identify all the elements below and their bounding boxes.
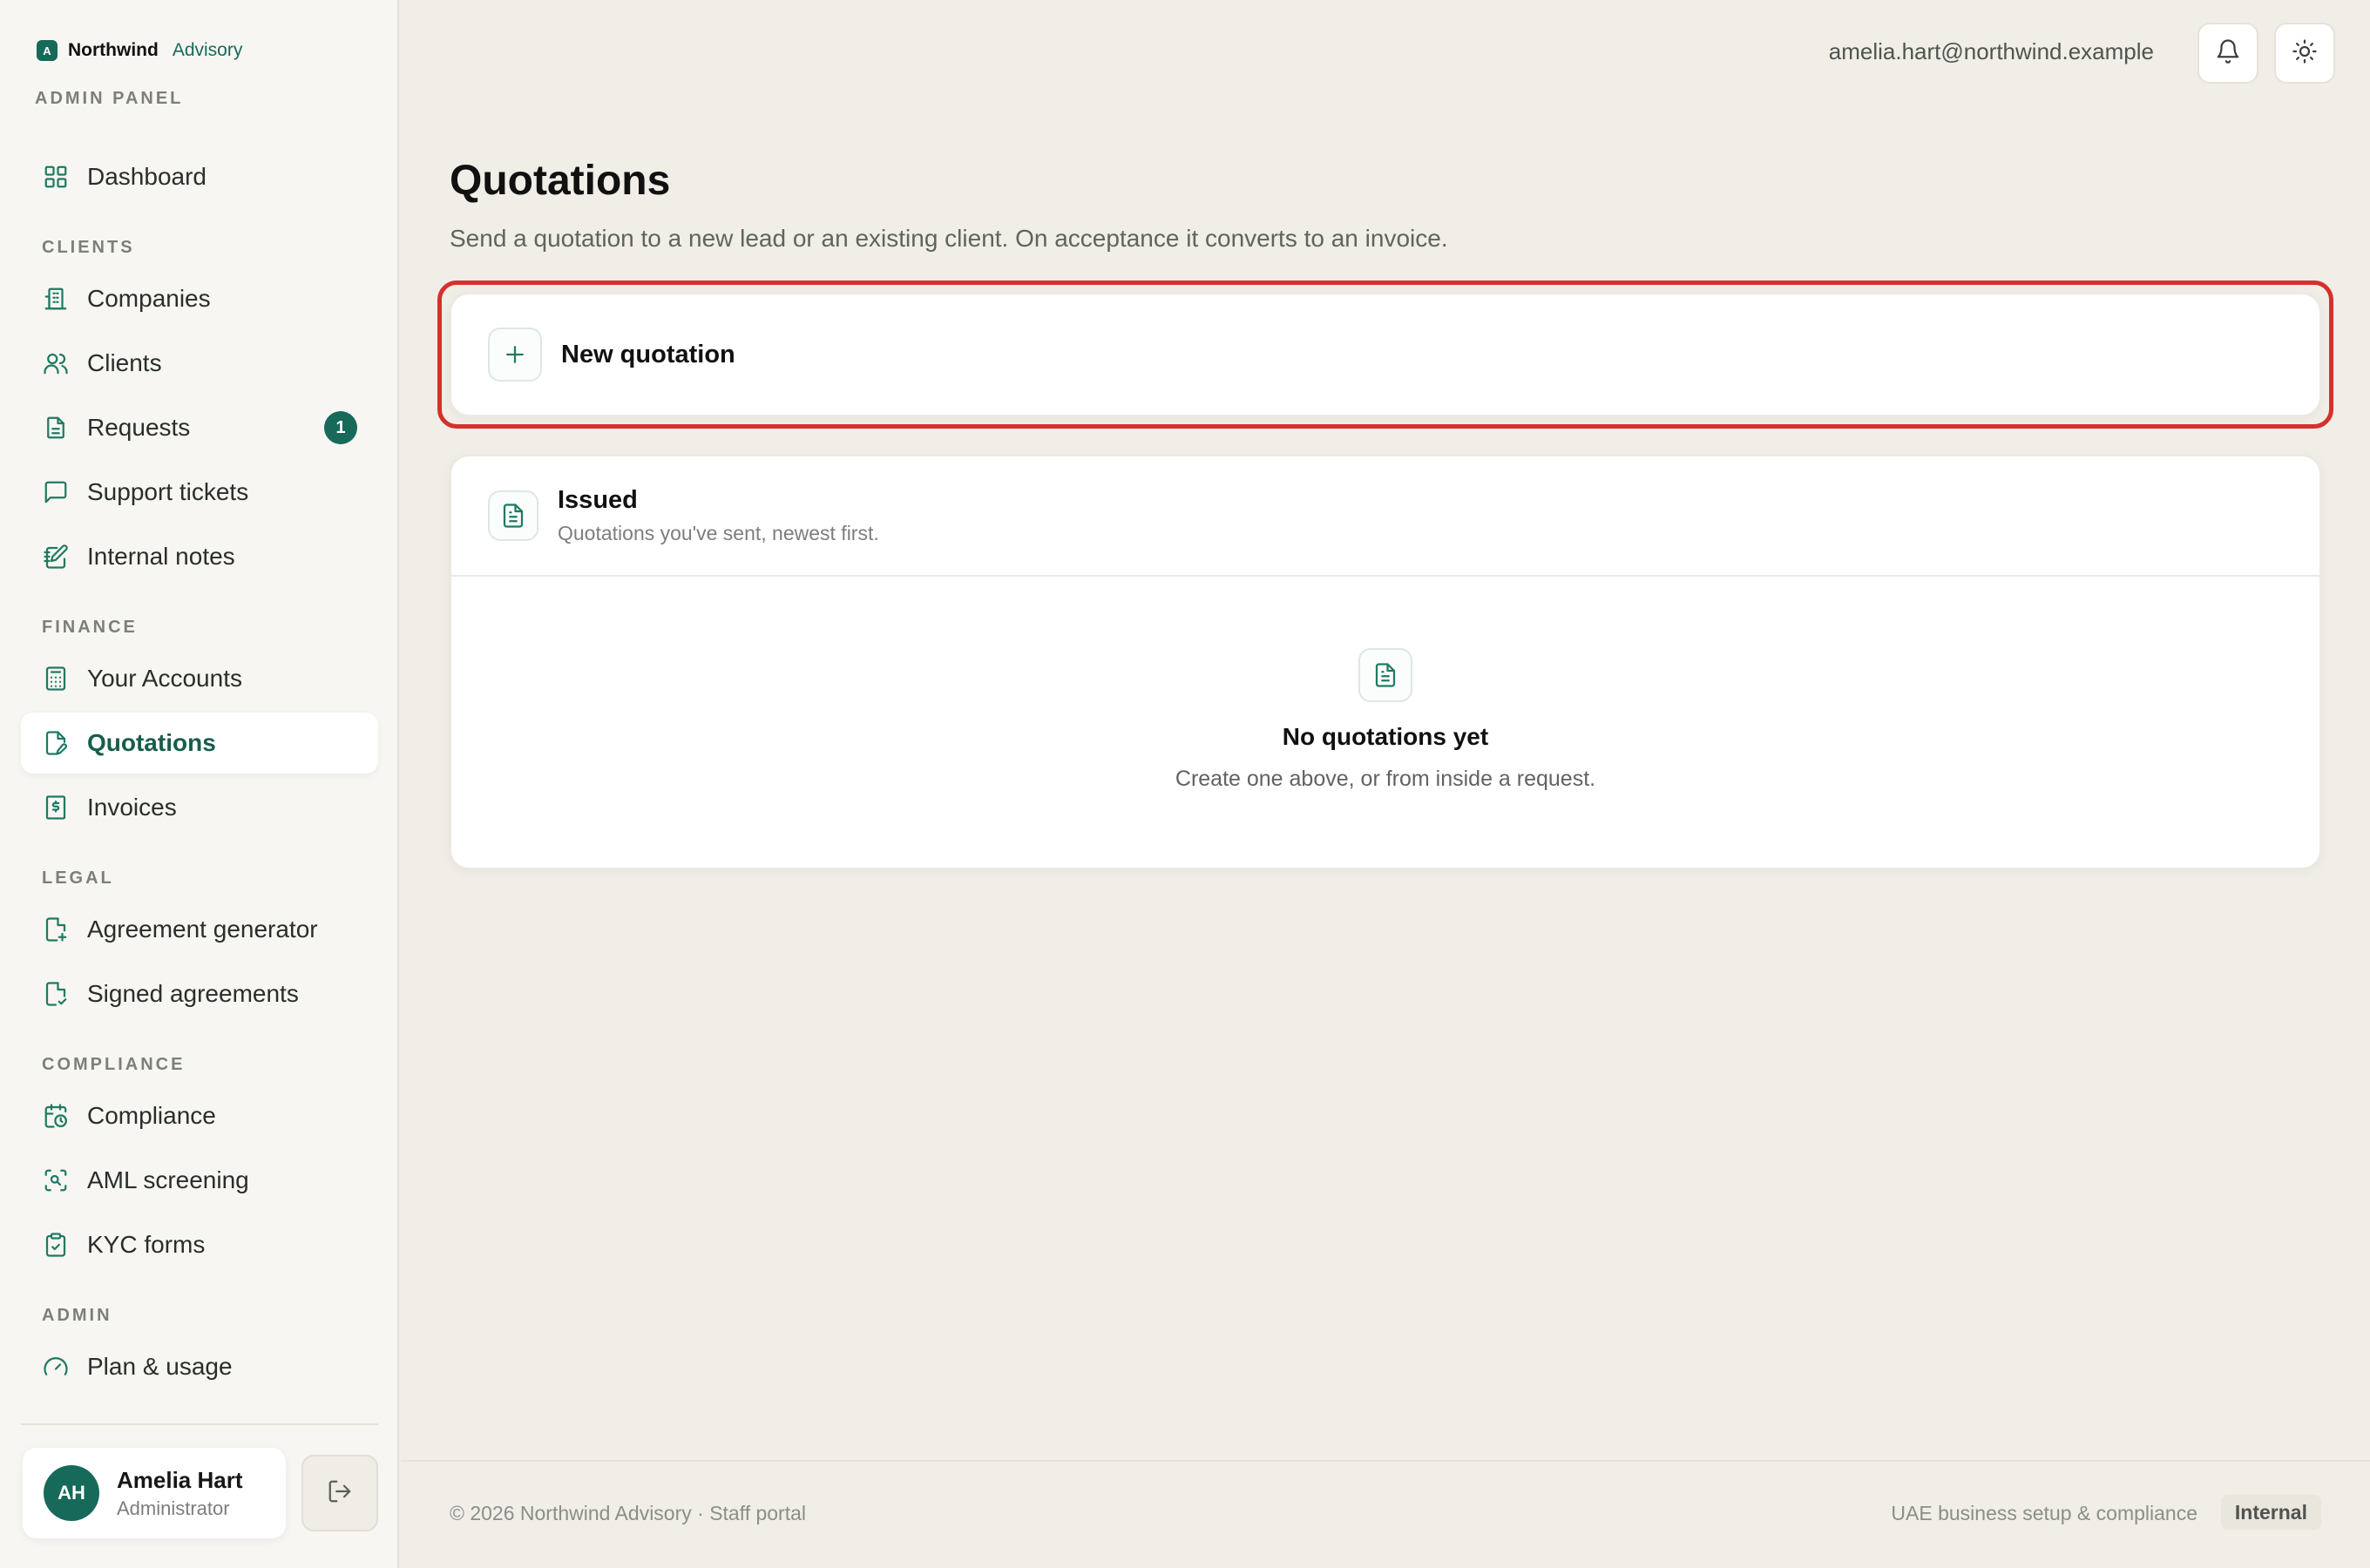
sidebar-item-kyc-forms[interactable]: KYC forms — [21, 1214, 378, 1275]
message-square-icon — [42, 478, 70, 506]
page-description: Send a quotation to a new lead or an exi… — [450, 225, 1448, 252]
user-name: Amelia Hart — [117, 1466, 243, 1493]
avatar: AH — [44, 1465, 99, 1521]
empty-state: No quotations yet Create one above, or f… — [451, 648, 2319, 792]
sidebar-item-clients[interactable]: Clients — [21, 333, 378, 394]
clipboard-check-icon — [42, 1231, 70, 1259]
sidebar-divider — [21, 1423, 378, 1425]
section-label-admin: ADMIN — [42, 1306, 112, 1325]
sidebar-item-label: Support tickets — [87, 478, 249, 505]
sidebar-item-label: Signed agreements — [87, 980, 299, 1007]
page-title: Quotations — [450, 158, 671, 204]
brand-name: Northwind — [68, 40, 159, 60]
sidebar-item-label: KYC forms — [87, 1231, 206, 1258]
sidebar-item-label: Agreement generator — [87, 916, 318, 943]
section-label-legal: LEGAL — [42, 868, 114, 888]
sidebar-item-label: Requests — [87, 414, 191, 441]
issued-header: Issued Quotations you've sent, newest fi… — [451, 456, 2319, 577]
empty-state-title: No quotations yet — [1282, 723, 1489, 750]
sidebar-item-label: Quotations — [87, 729, 216, 756]
sidebar-item-label: Compliance — [87, 1102, 216, 1129]
document-icon — [42, 414, 70, 442]
sidebar-item-label: Plan & usage — [87, 1353, 233, 1380]
file-text-icon — [488, 490, 538, 541]
calculator-icon — [42, 665, 70, 693]
sidebar-item-label: Invoices — [87, 794, 177, 821]
scan-search-icon — [42, 1166, 70, 1194]
sidebar-item-agreement-generator[interactable]: Agreement generator — [21, 899, 378, 960]
sidebar-item-label: Your Accounts — [87, 665, 242, 692]
section-label-compliance: COMPLIANCE — [42, 1055, 186, 1074]
notebook-pen-icon — [42, 543, 70, 571]
new-quotation-label: New quotation — [561, 340, 735, 368]
requests-count-badge: 1 — [324, 411, 357, 444]
panel-label: ADMIN PANEL — [35, 89, 184, 108]
brand-subtitle: Advisory — [172, 40, 243, 60]
sidebar-item-companies[interactable]: Companies — [21, 268, 378, 329]
sidebar: A Northwind Advisory ADMIN PANEL Dashboa… — [0, 0, 399, 1568]
theme-toggle-button[interactable] — [2274, 23, 2335, 84]
plus-icon — [488, 328, 542, 382]
sidebar-item-signed-agreements[interactable]: Signed agreements — [21, 963, 378, 1024]
building-icon — [42, 285, 70, 313]
sidebar-item-internal-notes[interactable]: Internal notes — [21, 526, 378, 587]
sidebar-item-invoices[interactable]: Invoices — [21, 777, 378, 838]
footer-copyright: © 2026 Northwind Advisory · Staff portal — [450, 1502, 807, 1524]
brand-logo: A — [37, 40, 58, 61]
footer-divider — [401, 1460, 2370, 1462]
footer-tagline: UAE business setup & compliance — [1891, 1502, 2197, 1524]
sidebar-item-aml-screening[interactable]: AML screening — [21, 1150, 378, 1211]
file-plus-icon — [42, 916, 70, 943]
sidebar-item-label: Dashboard — [87, 163, 207, 190]
sidebar-item-dashboard[interactable]: Dashboard — [21, 146, 378, 207]
log-out-icon — [327, 1478, 353, 1509]
bell-icon — [2215, 38, 2241, 69]
sidebar-item-label: Clients — [87, 349, 162, 376]
file-pen-icon — [42, 729, 70, 757]
sidebar-item-compliance[interactable]: Compliance — [21, 1085, 378, 1146]
user-email: amelia.hart@northwind.example — [1828, 38, 2154, 64]
sun-icon — [2292, 38, 2318, 69]
issued-quotations-panel: Issued Quotations you've sent, newest fi… — [450, 455, 2321, 869]
issued-subtitle: Quotations you've sent, newest first. — [558, 522, 879, 544]
gauge-icon — [42, 1353, 70, 1381]
empty-state-subtitle: Create one above, or from inside a reque… — [1175, 767, 1596, 791]
sidebar-item-requests[interactable]: Requests 1 — [21, 397, 378, 458]
section-label-finance: FINANCE — [42, 618, 138, 637]
sidebar-item-label: Internal notes — [87, 543, 235, 570]
user-role: Administrator — [117, 1497, 230, 1519]
issued-title: Issued — [558, 486, 638, 514]
file-text-icon — [1358, 648, 1412, 702]
user-card[interactable]: AH Amelia Hart Administrator — [23, 1448, 286, 1538]
notifications-button[interactable] — [2197, 23, 2258, 84]
internal-badge: Internal — [2220, 1495, 2321, 1530]
sidebar-item-label: AML screening — [87, 1166, 249, 1193]
section-label-clients: CLIENTS — [42, 238, 135, 257]
file-check-icon — [42, 980, 70, 1008]
sidebar-item-support-tickets[interactable]: Support tickets — [21, 462, 378, 523]
sidebar-item-plan-usage[interactable]: Plan & usage — [21, 1336, 378, 1397]
logout-button[interactable] — [301, 1455, 378, 1531]
new-quotation-button[interactable]: New quotation — [450, 293, 2321, 416]
sidebar-item-quotations[interactable]: Quotations — [21, 713, 378, 774]
sidebar-item-your-accounts[interactable]: Your Accounts — [21, 648, 378, 709]
sidebar-nav: Dashboard CLIENTS Companies Clients Requ… — [21, 146, 378, 1401]
sidebar-item-label: Companies — [87, 285, 211, 312]
users-icon — [42, 349, 70, 377]
brand[interactable]: A Northwind Advisory — [37, 40, 242, 61]
grid-icon — [42, 163, 70, 191]
receipt-icon — [42, 794, 70, 821]
calendar-clock-icon — [42, 1102, 70, 1130]
